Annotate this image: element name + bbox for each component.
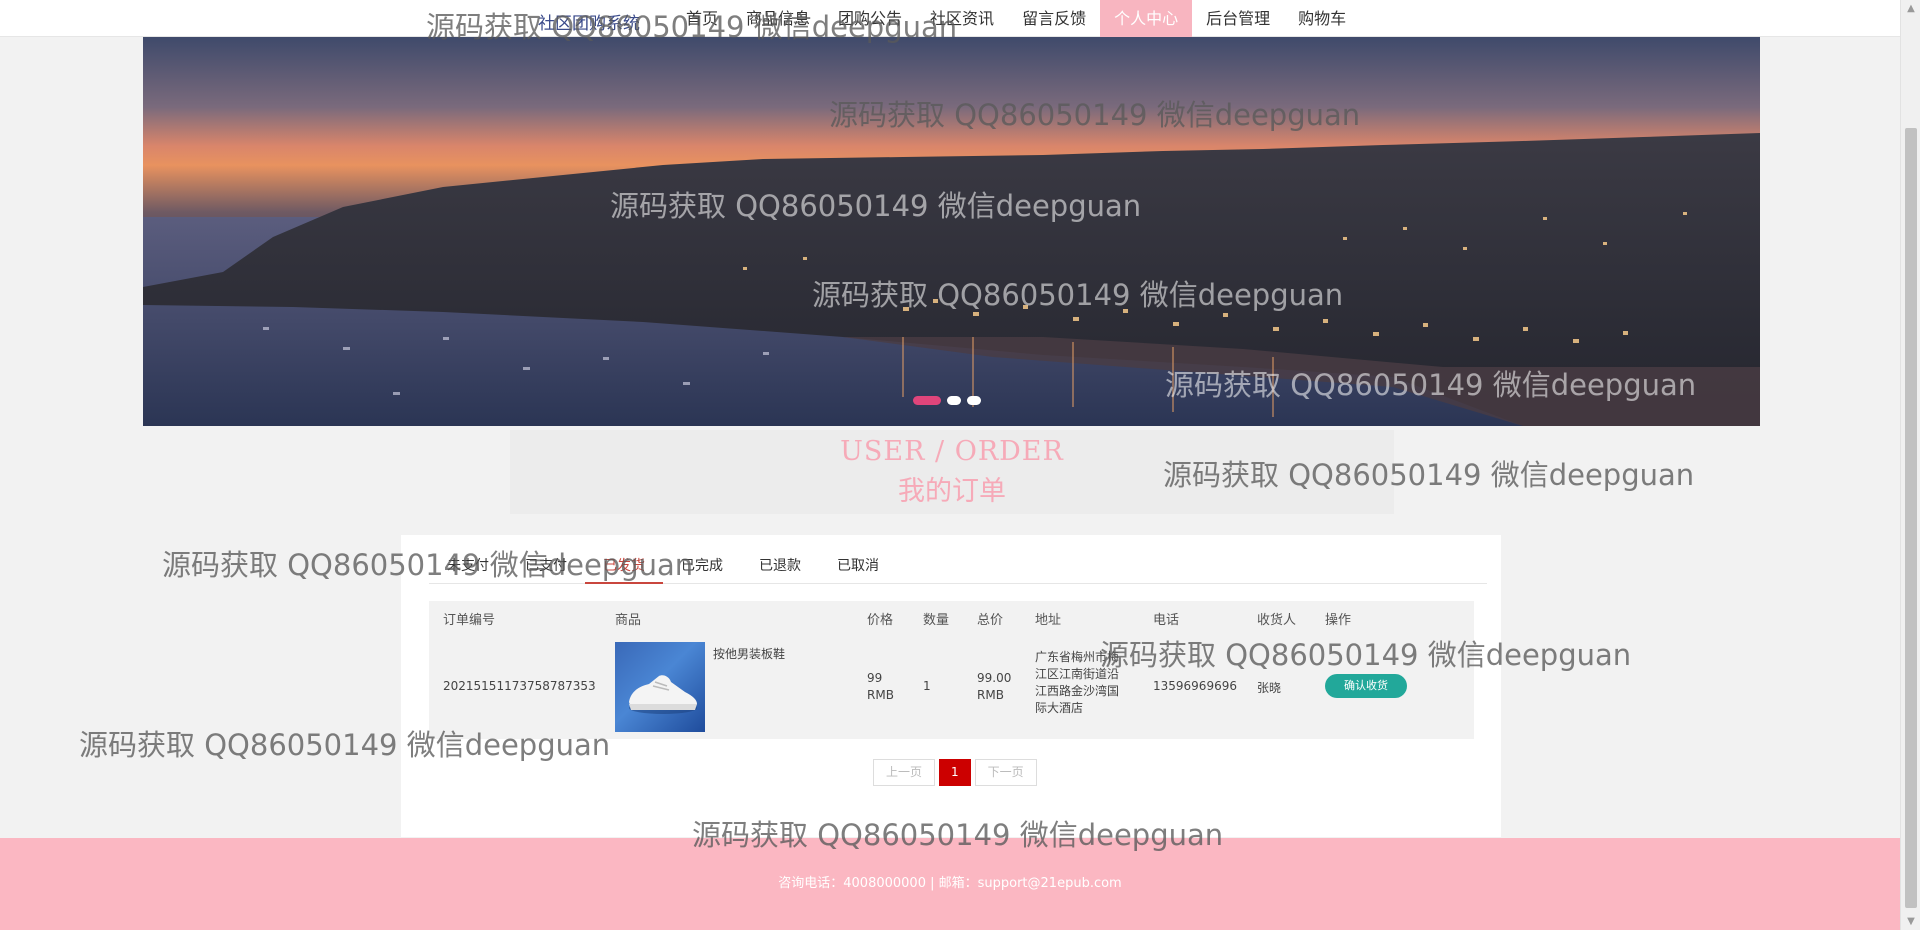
column-header-product: 商品 bbox=[615, 613, 642, 628]
scroll-down-arrow-icon[interactable]: ▼ bbox=[1901, 913, 1920, 930]
phone-value: 13596969696 bbox=[1153, 679, 1237, 693]
orders-table: 订单编号 商品 价格 数量 总价 地址 电话 收货人 操作 2021515117… bbox=[429, 601, 1474, 739]
price-value: 99 bbox=[867, 671, 883, 685]
column-header-total: 总价 bbox=[977, 613, 1004, 628]
column-header-action: 操作 bbox=[1325, 613, 1352, 628]
product-thumbnail[interactable] bbox=[615, 642, 705, 732]
nav-item-news[interactable]: 社区资讯 bbox=[916, 0, 1008, 37]
section-heading: USER / ORDER 我的订单 bbox=[510, 430, 1394, 514]
carousel-dot[interactable] bbox=[967, 396, 981, 405]
scrollbar-thumb[interactable] bbox=[1905, 128, 1917, 908]
next-page-button[interactable]: 下一页 bbox=[974, 759, 1037, 786]
footer-contact: 咨询电话：4008000000 | 邮箱：support@21epub.com bbox=[778, 876, 1122, 891]
orders-panel: 未支付 已支付 已发货 已完成 已退款 已取消 订单编号 商品 价格 数量 总价… bbox=[401, 535, 1501, 837]
confirm-receipt-button[interactable]: 确认收货 bbox=[1325, 674, 1407, 698]
sneaker-image bbox=[629, 675, 697, 714]
address-value: 广东省梅州市梅江区江南街道沿江西路金沙湾国际大酒店 bbox=[1035, 650, 1120, 715]
table-header: 订单编号 商品 价格 数量 总价 地址 电话 收货人 操作 bbox=[429, 601, 1474, 631]
prev-page-button[interactable]: 上一页 bbox=[873, 759, 936, 786]
tab-cancelled[interactable]: 已取消 bbox=[819, 551, 897, 584]
table-row: 20215151173758787353 按他男装板鞋 99 RMB 1 99.… bbox=[429, 631, 1474, 739]
banner-carousel[interactable] bbox=[143, 37, 1760, 426]
nav-item-products[interactable]: 商品信息 bbox=[732, 0, 824, 37]
carousel-indicators bbox=[913, 396, 981, 405]
column-header-quantity: 数量 bbox=[923, 613, 950, 628]
column-header-order-no: 订单编号 bbox=[443, 613, 496, 628]
tab-refunded[interactable]: 已退款 bbox=[741, 551, 819, 584]
top-navbar: 社区团购系统 首页 商品信息 团购公告 社区资讯 留言反馈 个人中心 后台管理 … bbox=[0, 0, 1900, 37]
nav-item-home[interactable]: 首页 bbox=[672, 0, 732, 37]
page-number-button[interactable]: 1 bbox=[939, 759, 971, 786]
pagination: 上一页 1 下一页 bbox=[873, 759, 1037, 786]
nav-item-admin[interactable]: 后台管理 bbox=[1192, 0, 1284, 37]
nav-item-cart[interactable]: 购物车 bbox=[1284, 0, 1360, 37]
total-unit: RMB bbox=[977, 688, 1004, 702]
column-header-address: 地址 bbox=[1035, 613, 1062, 628]
vertical-scrollbar[interactable]: ▲ ▼ bbox=[1900, 0, 1920, 930]
section-title-en: USER / ORDER bbox=[840, 436, 1064, 467]
column-header-phone: 电话 bbox=[1153, 613, 1180, 628]
nav-item-feedback[interactable]: 留言反馈 bbox=[1008, 0, 1100, 37]
column-header-price: 价格 bbox=[867, 613, 894, 628]
site-brand[interactable]: 社区团购系统 bbox=[538, 9, 640, 34]
order-number: 20215151173758787353 bbox=[443, 679, 596, 693]
banner-image bbox=[143, 133, 1760, 426]
order-status-tabs: 未支付 已支付 已发货 已完成 已退款 已取消 bbox=[429, 551, 1487, 584]
nav-menu: 首页 商品信息 团购公告 社区资讯 留言反馈 个人中心 后台管理 购物车 bbox=[672, 0, 1360, 37]
carousel-dot[interactable] bbox=[913, 396, 941, 405]
carousel-dot[interactable] bbox=[947, 396, 961, 405]
scroll-up-arrow-icon[interactable]: ▲ bbox=[1901, 0, 1920, 17]
nav-item-personal-center[interactable]: 个人中心 bbox=[1100, 0, 1193, 37]
section-title-zh: 我的订单 bbox=[898, 476, 1006, 507]
price-unit: RMB bbox=[867, 688, 894, 702]
tab-completed[interactable]: 已完成 bbox=[663, 551, 741, 584]
quantity-value: 1 bbox=[923, 679, 931, 693]
tab-unpaid[interactable]: 未支付 bbox=[429, 551, 507, 584]
tab-shipped[interactable]: 已发货 bbox=[585, 551, 663, 584]
tab-paid[interactable]: 已支付 bbox=[507, 551, 585, 584]
nav-item-announcements[interactable]: 团购公告 bbox=[824, 0, 916, 37]
page-footer: 咨询电话：4008000000 | 邮箱：support@21epub.com bbox=[0, 838, 1900, 930]
column-header-receiver: 收货人 bbox=[1257, 613, 1297, 628]
receiver-value: 张晓 bbox=[1257, 681, 1282, 695]
total-value: 99.00 bbox=[977, 671, 1012, 685]
product-name[interactable]: 按他男装板鞋 bbox=[713, 645, 785, 662]
